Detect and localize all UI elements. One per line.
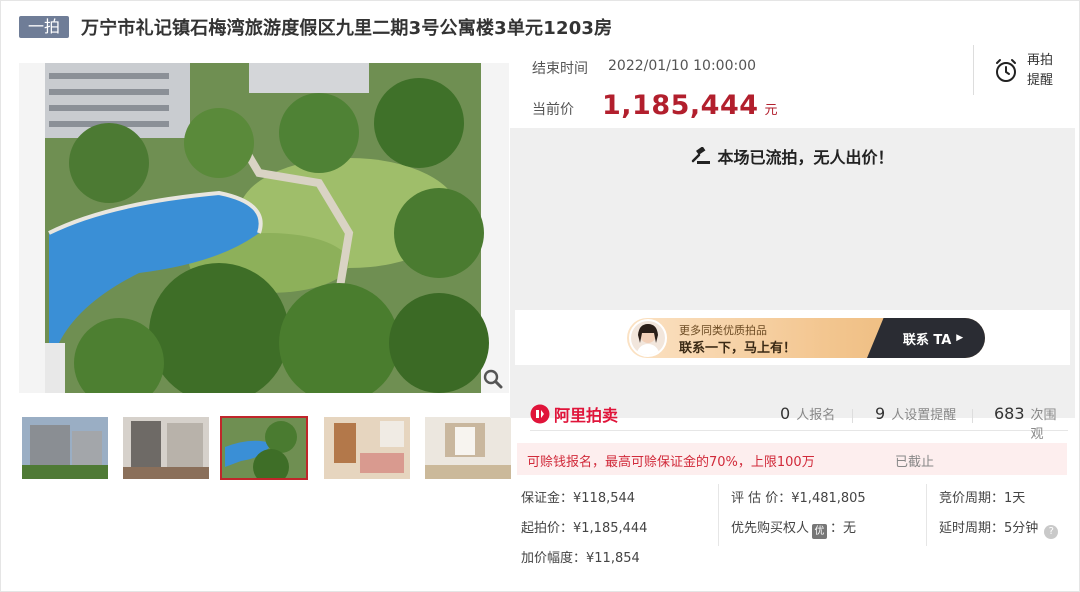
reminders-unit: 人设置提醒 <box>891 408 957 423</box>
views-unit: 次围观 <box>1030 408 1057 442</box>
auction-status-text: 本场已流拍，无人出价！ <box>717 148 894 167</box>
credit-signup-status: 已截止 <box>895 455 935 470</box>
contact-ad-banner[interactable]: 更多同类优质拍品 联系一下，马上有！ 联系 TA ▶ <box>627 318 985 358</box>
stat-divider <box>852 409 853 423</box>
ali-auction-logo: 阿里拍卖 <box>530 402 618 426</box>
signups-unit: 人报名 <box>796 408 836 423</box>
current-price-row: 当前价 1,185,444 元 <box>532 90 778 121</box>
main-photo[interactable] <box>19 63 509 393</box>
credit-signup-banner: 可赊钱报名，最高可赊保证金的70%，上限100万 已截止 <box>517 443 1067 475</box>
views-stat: 683 次围观 <box>994 404 1068 442</box>
start-price: 起拍价：¥1,185,444 <box>521 521 648 536</box>
alarm-clock-icon <box>996 59 1016 82</box>
price-increment: 加价幅度：¥11,854 <box>521 551 640 566</box>
priority-buyer-label: 优先购买权人 <box>731 521 810 536</box>
info-divider <box>926 484 927 546</box>
thumbnail-3[interactable] <box>220 416 308 480</box>
thumbnail-4[interactable] <box>324 417 410 479</box>
avatar <box>629 319 667 357</box>
signups-count: 0 <box>780 404 791 423</box>
page-title: 万宁市礼记镇石梅湾旅游度假区九里二期3号公寓楼3单元1203房 <box>81 18 613 39</box>
zoom-icon[interactable] <box>481 367 505 391</box>
remind-line-1: 再拍 <box>1027 53 1054 68</box>
stats-row: 阿里拍卖 0 人报名 9 人设置提醒 683 次围观 <box>530 399 1068 442</box>
ad-line-1: 更多同类优质拍品 <box>679 324 767 337</box>
priority-buyer: 优先购买权人优：无 <box>731 517 856 539</box>
title-row: 一拍 万宁市礼记镇石梅湾旅游度假区九里二期3号公寓楼3单元1203房 <box>19 13 612 41</box>
ali-auction-logo-icon <box>530 404 550 424</box>
end-time-value: 2022/01/10 10:00:00 <box>608 58 757 74</box>
appraisal-price: 评 估 价：¥1,481,805 <box>731 491 866 506</box>
bidding-cycle: 竞价周期：1天 <box>939 491 1026 506</box>
auction-status-box: 本场已流拍，无人出价！ 更多同类优质拍品 联系一下，马上有！ 联系 TA ▶ <box>510 128 1075 418</box>
thumbnail-2[interactable] <box>123 417 209 479</box>
reminders-stat: 9 人设置提醒 <box>875 404 956 423</box>
end-time-row: 结束时间 2022/01/10 10:00:00 <box>532 58 756 78</box>
deposit: 保证金：¥118,544 <box>521 491 636 506</box>
reminders-count: 9 <box>875 404 886 423</box>
remind-line-2: 提醒 <box>1027 73 1054 88</box>
thumbnail-strip <box>19 416 511 480</box>
current-price-unit: 元 <box>764 103 778 118</box>
help-icon[interactable]: ? <box>1044 525 1059 539</box>
priority-buyer-value: ：无 <box>830 521 857 536</box>
contact-ta-label: 联系 TA <box>902 332 952 348</box>
ad-line-2: 联系一下，马上有！ <box>679 341 797 356</box>
credit-signup-text: 可赊钱报名，最高可赊保证金的70%，上限100万 <box>527 455 815 470</box>
signups-stat: 0 人报名 <box>780 404 835 423</box>
ad-strip: 更多同类优质拍品 联系一下，马上有！ 联系 TA ▶ <box>515 310 1070 365</box>
end-time-label: 结束时间 <box>532 61 588 77</box>
extension-cycle: 延时周期：5分钟? <box>939 517 1059 539</box>
contact-ta-button[interactable]: 联系 TA ▶ <box>867 318 985 358</box>
views-count: 683 <box>994 404 1025 423</box>
thumbnail-1[interactable] <box>22 417 108 479</box>
stat-divider <box>972 409 973 423</box>
thumbnail-5[interactable] <box>425 417 511 479</box>
current-price-value: 1,185,444 <box>602 90 759 121</box>
brand-name: 阿里拍卖 <box>554 406 619 425</box>
priority-badge: 优 <box>812 524 828 539</box>
divider <box>973 45 974 95</box>
current-price-label: 当前价 <box>532 102 574 118</box>
play-arrow-icon: ▶ <box>956 333 964 343</box>
auction-round-badge: 一拍 <box>19 16 70 38</box>
re-auction-remind-button[interactable]: 再拍 提醒 <box>993 51 1053 91</box>
auction-status: 本场已流拍，无人出价！ <box>510 144 1075 168</box>
extension-cycle-text: 延时周期：5分钟 <box>939 521 1039 536</box>
info-divider <box>718 484 719 546</box>
gavel-icon <box>692 147 711 164</box>
